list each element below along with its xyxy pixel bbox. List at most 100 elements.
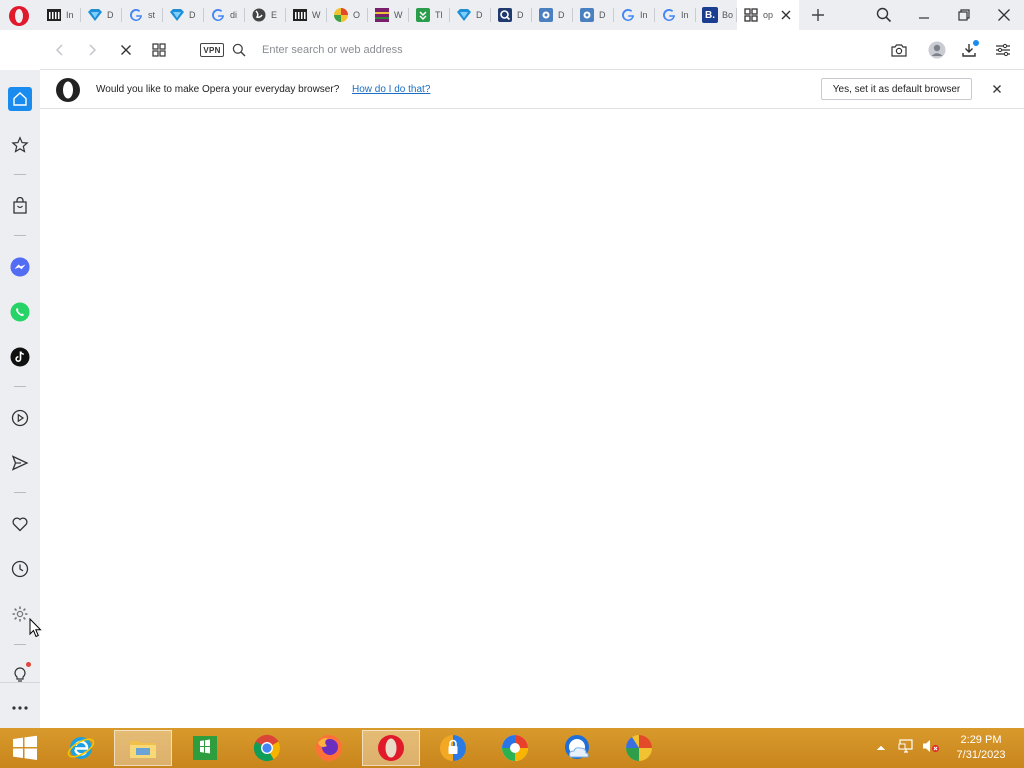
sidebar-item-flow[interactable] bbox=[8, 451, 32, 475]
tab-label: W bbox=[394, 10, 403, 20]
cloud-browser-icon bbox=[565, 735, 589, 759]
download-arrow-icon bbox=[415, 7, 431, 23]
tab[interactable]: D bbox=[81, 0, 122, 30]
tiktok-icon bbox=[10, 347, 30, 367]
tab[interactable]: In bbox=[614, 0, 655, 30]
taskbar-store[interactable] bbox=[176, 730, 234, 766]
back-button[interactable] bbox=[50, 40, 70, 60]
restore-button[interactable] bbox=[953, 5, 975, 25]
how-do-i-link[interactable]: How do I do that? bbox=[352, 84, 430, 95]
tab[interactable]: W bbox=[286, 0, 327, 30]
page-content[interactable] bbox=[40, 109, 1024, 728]
tab[interactable]: O bbox=[327, 0, 368, 30]
tab[interactable]: E bbox=[245, 0, 286, 30]
opera-menu-button[interactable] bbox=[4, 2, 34, 30]
close-window-button[interactable] bbox=[993, 5, 1015, 25]
tab[interactable]: st bbox=[122, 0, 163, 30]
whatsapp-icon bbox=[10, 302, 30, 322]
speed-dial-button[interactable] bbox=[149, 40, 169, 60]
taskbar-file-explorer[interactable] bbox=[114, 730, 172, 766]
tab[interactable]: Tl bbox=[409, 0, 450, 30]
account-button[interactable] bbox=[927, 40, 947, 60]
minimize-button[interactable] bbox=[913, 5, 935, 25]
sidebar-item-shopping[interactable] bbox=[8, 194, 32, 218]
infobar-message: Would you like to make Opera your everyd… bbox=[96, 84, 340, 95]
tab-label: E bbox=[271, 10, 278, 20]
google-icon bbox=[620, 7, 636, 23]
taskbar-opera[interactable] bbox=[362, 730, 420, 766]
tab-list: In D st D di E W O W Tl D D D D In In B.… bbox=[40, 0, 799, 30]
tab-active[interactable]: op bbox=[737, 0, 799, 30]
tab-search-button[interactable] bbox=[873, 5, 895, 25]
colorful-app-icon bbox=[625, 735, 652, 761]
vpn-lock-icon bbox=[440, 735, 466, 761]
internet-explorer-icon bbox=[67, 737, 95, 759]
taskbar-colorful-app[interactable] bbox=[610, 730, 668, 766]
tab-label: In bbox=[66, 10, 74, 20]
address-input[interactable] bbox=[262, 40, 822, 60]
sidebar-item-player[interactable] bbox=[8, 406, 32, 430]
opera-logo-icon bbox=[9, 6, 29, 26]
close-icon bbox=[121, 45, 131, 55]
tab-label: st bbox=[148, 10, 156, 20]
tab[interactable]: B. Bo bbox=[696, 0, 737, 30]
taskbar-internet-explorer[interactable] bbox=[52, 730, 110, 766]
tab[interactable]: D bbox=[163, 0, 204, 30]
taskbar-pinwheel[interactable] bbox=[486, 730, 544, 766]
tab[interactable]: In bbox=[40, 0, 81, 30]
sidebar-item-more[interactable] bbox=[8, 696, 32, 720]
volume-muted-icon bbox=[923, 739, 940, 752]
taskbar-vpn[interactable] bbox=[424, 730, 482, 766]
tab[interactable]: di bbox=[204, 0, 245, 30]
sidebar-divider bbox=[14, 492, 26, 493]
taskbar-clock[interactable]: 2:29 PM 7/31/2023 bbox=[948, 733, 1014, 763]
tab[interactable]: D bbox=[491, 0, 532, 30]
downloads-button[interactable] bbox=[959, 40, 979, 60]
tab[interactable]: D bbox=[532, 0, 573, 30]
tab-label: op bbox=[763, 10, 774, 20]
forward-button[interactable] bbox=[82, 40, 102, 60]
taskbar-cloud-browser[interactable] bbox=[548, 730, 606, 766]
sidebar-item-tiktok[interactable] bbox=[8, 345, 32, 369]
sidebar-item-home[interactable] bbox=[8, 87, 32, 111]
new-tab-button[interactable] bbox=[808, 5, 828, 25]
dismiss-infobar-button[interactable] bbox=[990, 82, 1004, 96]
volume-tray-button[interactable] bbox=[922, 738, 940, 759]
google-icon bbox=[128, 7, 144, 23]
close-tab-button[interactable] bbox=[779, 8, 793, 22]
snapshot-button[interactable] bbox=[889, 40, 909, 60]
show-hidden-icons-button[interactable] bbox=[874, 741, 888, 755]
home-icon bbox=[13, 92, 27, 106]
vpn-badge[interactable]: VPN bbox=[200, 43, 224, 57]
set-default-button[interactable]: Yes, set it as default browser bbox=[821, 78, 972, 100]
close-icon bbox=[998, 9, 1010, 21]
easy-setup-button[interactable] bbox=[993, 40, 1013, 60]
sidebar-divider bbox=[14, 644, 26, 645]
tab-label: Tl bbox=[435, 10, 443, 20]
sidebar-item-messenger[interactable] bbox=[8, 255, 32, 279]
tab[interactable]: D bbox=[573, 0, 614, 30]
network-tray-button[interactable] bbox=[898, 738, 914, 759]
address-toolbar: VPN bbox=[40, 30, 1024, 70]
tab[interactable]: D bbox=[450, 0, 491, 30]
sidebar-item-bookmarks[interactable] bbox=[8, 133, 32, 157]
winrar-icon bbox=[374, 7, 390, 23]
tab[interactable]: W bbox=[368, 0, 409, 30]
sidebar-divider bbox=[14, 235, 26, 236]
taskbar-chrome[interactable] bbox=[238, 730, 296, 766]
stop-loading-button[interactable] bbox=[116, 40, 136, 60]
tab-label: di bbox=[230, 10, 238, 20]
tab[interactable]: In bbox=[655, 0, 696, 30]
sidebar-item-history[interactable] bbox=[8, 557, 32, 581]
google-icon bbox=[210, 7, 226, 23]
sidebar-item-pinboards[interactable] bbox=[8, 512, 32, 536]
start-button[interactable] bbox=[0, 730, 50, 766]
taskbar-firefox[interactable] bbox=[300, 730, 358, 766]
tab-label: D bbox=[599, 10, 606, 20]
sidebar-item-whatsapp[interactable] bbox=[8, 300, 32, 324]
address-search-icon-wrap bbox=[229, 40, 249, 60]
chevron-up-icon bbox=[876, 745, 886, 751]
network-icon bbox=[898, 738, 913, 753]
tab-label: In bbox=[681, 10, 689, 20]
default-browser-infobar: Would you like to make Opera your everyd… bbox=[40, 70, 1024, 109]
